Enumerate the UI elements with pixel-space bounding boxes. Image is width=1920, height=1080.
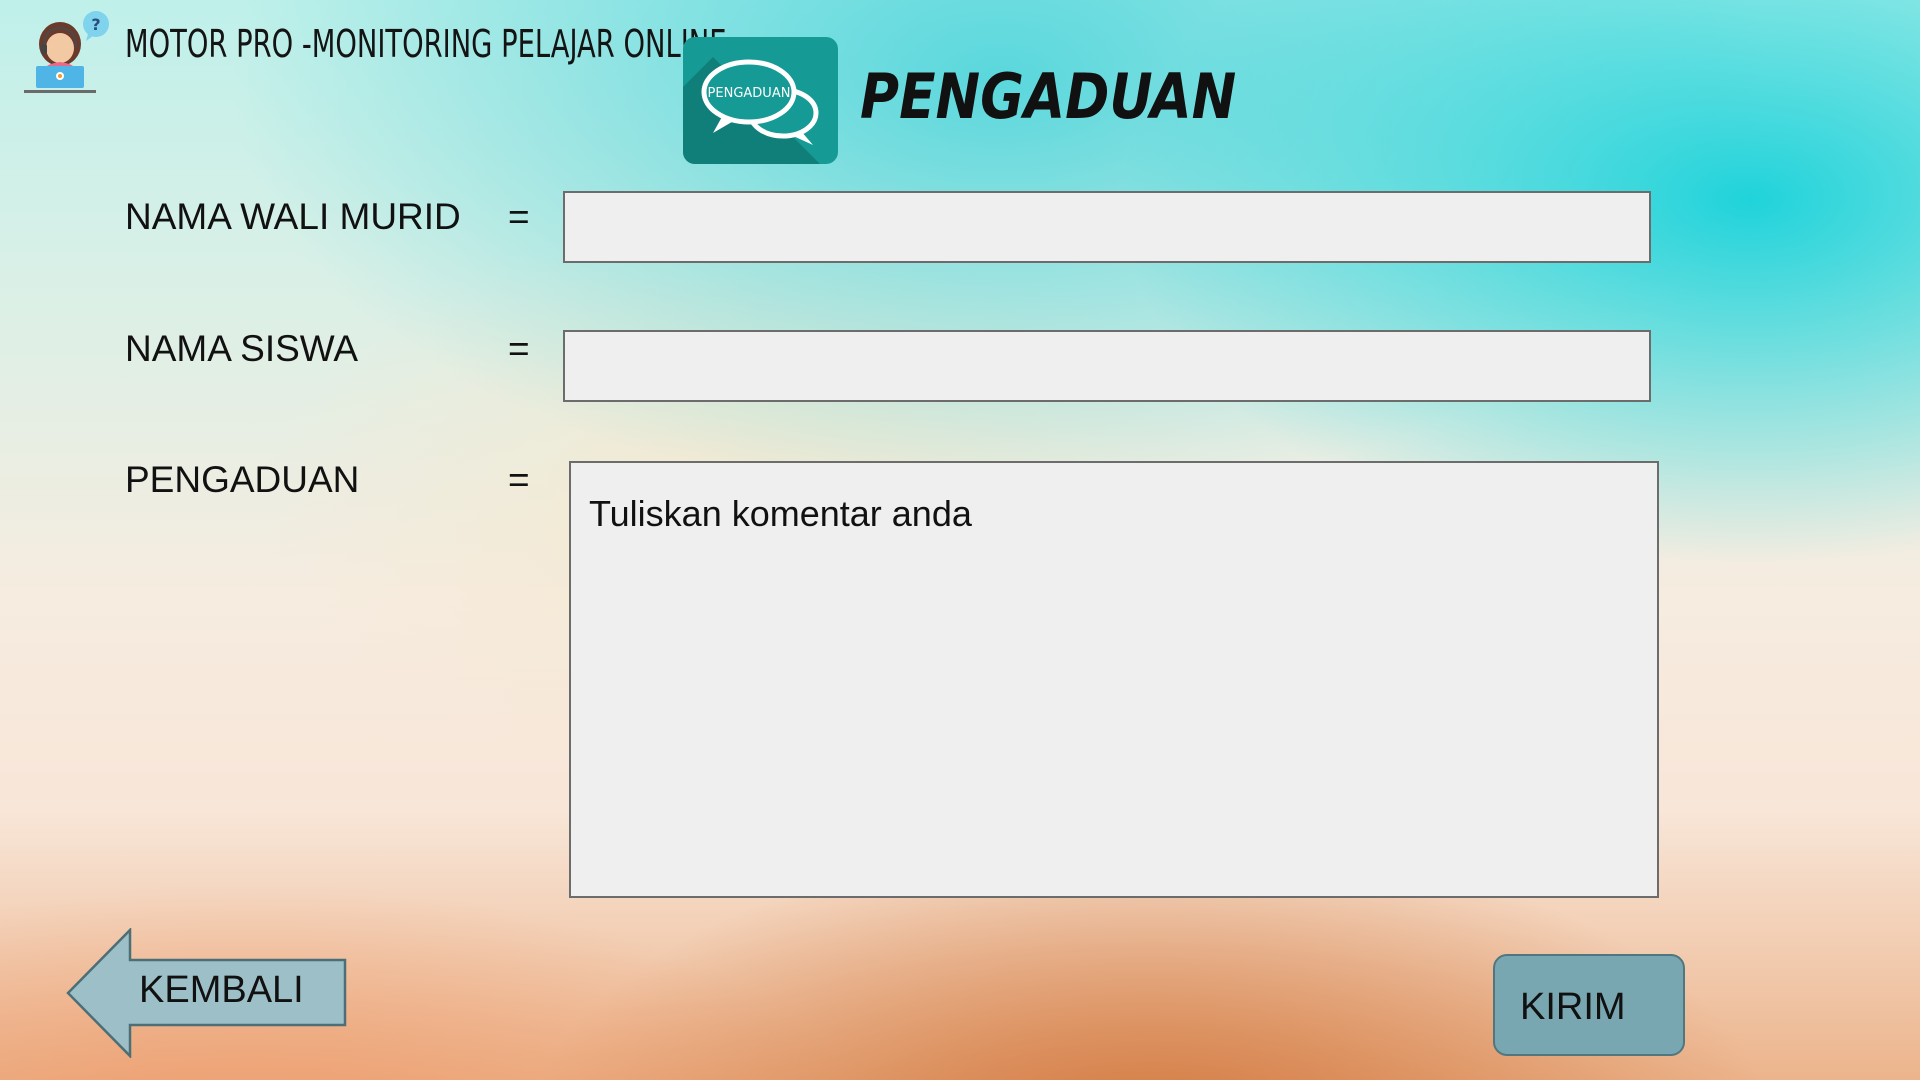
back-button[interactable]: KEMBALI [66, 928, 348, 1058]
student-name-input[interactable] [563, 330, 1651, 402]
svg-text:?: ? [91, 15, 100, 34]
support-avatar-logo: ? [22, 10, 118, 98]
student-name-separator: = [508, 328, 530, 369]
complaint-textarea[interactable]: Tuliskan komentar anda [569, 461, 1659, 898]
complaint-label: PENGADUAN [125, 459, 360, 500]
guardian-name-label: NAMA WALI MURID [125, 196, 461, 237]
back-button-label: KEMBALI [139, 969, 304, 1011]
complaint-separator: = [508, 459, 530, 500]
send-button[interactable]: KIRIM [1493, 954, 1685, 1056]
page-heading: PENGADUAN [860, 60, 1237, 133]
guardian-name-separator: = [508, 196, 530, 237]
svg-text:PENGADUAN: PENGADUAN [708, 86, 791, 101]
student-name-label: NAMA SISWA [125, 328, 359, 369]
app-title: MOTOR PRO -MONITORING PELAJAR ONLINE [125, 22, 727, 66]
complaint-chat-icon: PENGADUAN [683, 37, 838, 164]
guardian-name-input[interactable] [563, 191, 1651, 263]
